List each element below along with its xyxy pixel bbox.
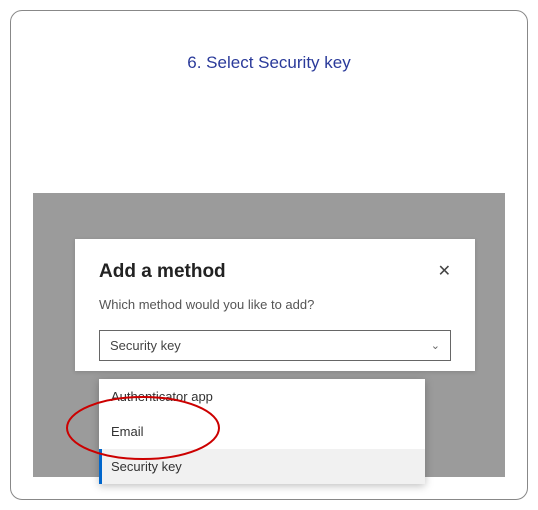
dialog-subtitle: Which method would you like to add? [99, 297, 451, 312]
instruction-card: 6. Select Security key Add a method ✕ Wh… [10, 10, 528, 500]
dropdown-item-security-key[interactable]: Security key [99, 449, 425, 484]
chevron-down-icon: ⌄ [431, 339, 440, 352]
dialog-header: Add a method ✕ [99, 261, 451, 283]
select-value: Security key [110, 338, 181, 353]
screenshot-region: Add a method ✕ Which method would you li… [33, 193, 505, 477]
dropdown-item-authenticator[interactable]: Authenticator app [99, 379, 425, 414]
step-title: 6. Select Security key [33, 53, 505, 73]
dialog-title: Add a method [99, 261, 226, 283]
method-dropdown: Authenticator app Email Security key [99, 379, 425, 484]
add-method-dialog: Add a method ✕ Which method would you li… [75, 239, 475, 371]
close-icon[interactable]: ✕ [438, 264, 451, 280]
dropdown-item-email[interactable]: Email [99, 414, 425, 449]
method-select[interactable]: Security key ⌄ [99, 330, 451, 361]
